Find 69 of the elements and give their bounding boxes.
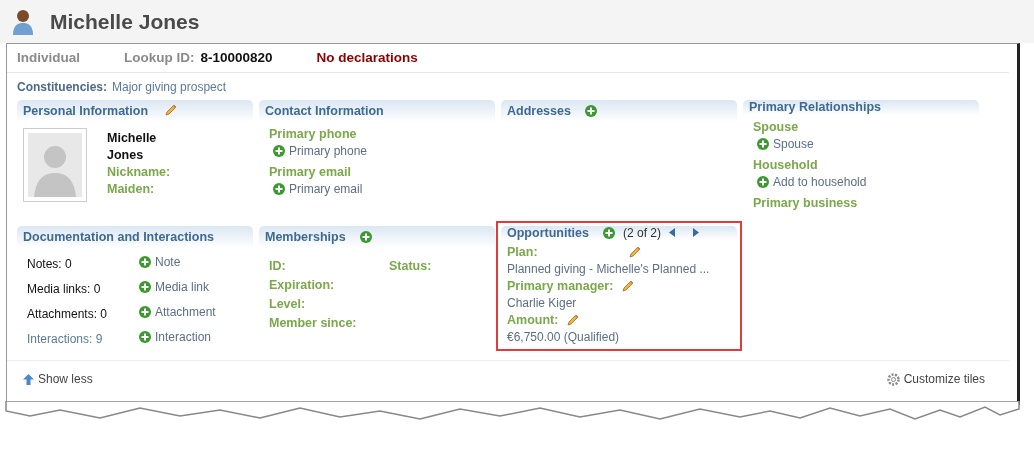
add-icon[interactable] [139, 306, 151, 319]
add-icon[interactable] [602, 226, 615, 239]
pencil-icon[interactable] [566, 313, 580, 327]
record-type: Individual [17, 50, 80, 66]
add-icon[interactable] [273, 183, 285, 196]
group-label: Primary phone [269, 125, 358, 143]
tile-title: Opportunities [507, 225, 589, 240]
field-label: Level: [269, 295, 307, 313]
pencil-icon[interactable] [164, 104, 178, 118]
field-label: Nickname: [107, 163, 171, 181]
show-less-link[interactable]: Show less [23, 372, 93, 387]
field-label: Maiden: [107, 180, 156, 198]
field-label: Plan: [507, 243, 538, 261]
pencil-icon[interactable] [621, 279, 635, 293]
field-label: Status: [389, 257, 433, 275]
tile-title: Memberships [265, 229, 346, 244]
add-link[interactable]: Attachment [155, 303, 216, 321]
count-text: Notes: 0 [27, 257, 72, 272]
tile-title: Contact Information [265, 103, 384, 118]
declarations-status: No declarations [316, 50, 418, 66]
field-value: Planned giving - Michelle's Planned ... [507, 260, 711, 278]
group-label: Household [753, 156, 819, 174]
add-icon[interactable] [359, 230, 372, 243]
tile-title: Addresses [507, 103, 571, 118]
add-icon[interactable] [584, 104, 597, 117]
up-arrow-icon [23, 373, 34, 385]
lookup-id: 8-10000820 [200, 50, 273, 66]
lookup-label: Lookup ID: [124, 50, 195, 66]
group-label: Primary business [753, 194, 859, 212]
person-icon [12, 8, 34, 35]
pencil-icon[interactable] [627, 245, 641, 259]
add-link[interactable]: Media link [155, 278, 210, 296]
name-text: Michelle [107, 129, 158, 147]
tile-title: Personal Information [23, 103, 149, 118]
add-icon[interactable] [139, 281, 151, 294]
group-label: Spouse [753, 118, 800, 136]
add-link[interactable]: Note [155, 253, 181, 271]
add-link[interactable]: Add to household [773, 173, 867, 191]
name-text: Jones [107, 146, 145, 164]
field-label: Amount: [507, 311, 559, 329]
add-link[interactable]: Primary phone [289, 142, 368, 160]
add-icon[interactable] [273, 145, 285, 158]
field-value: Charlie Kiger [507, 294, 578, 312]
add-icon[interactable] [139, 331, 151, 344]
previous-icon[interactable] [668, 228, 675, 238]
field-label: Expiration: [269, 276, 336, 294]
page-title: Michelle Jones [50, 9, 200, 34]
tile-title: Documentation and Interactions [23, 229, 214, 244]
customize-tiles-link[interactable]: Customize tiles [886, 372, 985, 387]
add-link[interactable]: Interaction [155, 328, 212, 346]
count-text: Media links: 0 [27, 282, 101, 297]
add-link[interactable]: Spouse [773, 135, 814, 153]
field-label: Member since: [269, 314, 358, 332]
field-label: ID: [269, 257, 287, 275]
add-link[interactable]: Primary email [289, 180, 363, 198]
next-icon[interactable] [692, 228, 699, 238]
add-icon[interactable] [757, 138, 769, 151]
count-text: Attachments: 0 [27, 307, 108, 322]
constituencies-value: Major giving prospect [112, 79, 227, 94]
group-label: Primary email [269, 163, 352, 181]
add-icon[interactable] [139, 256, 151, 269]
add-icon[interactable] [757, 176, 769, 189]
gear-icon [886, 372, 900, 386]
pager-text: (2 of 2) [622, 225, 661, 240]
field-label: Primary manager: [507, 277, 614, 295]
field-value: €6,750.00 (Qualified) [507, 328, 621, 346]
tile-title: Primary Relationships [749, 100, 881, 115]
count-link[interactable]: Interactions: 9 [27, 332, 103, 347]
constituencies-label: Constituencies: [17, 79, 107, 94]
